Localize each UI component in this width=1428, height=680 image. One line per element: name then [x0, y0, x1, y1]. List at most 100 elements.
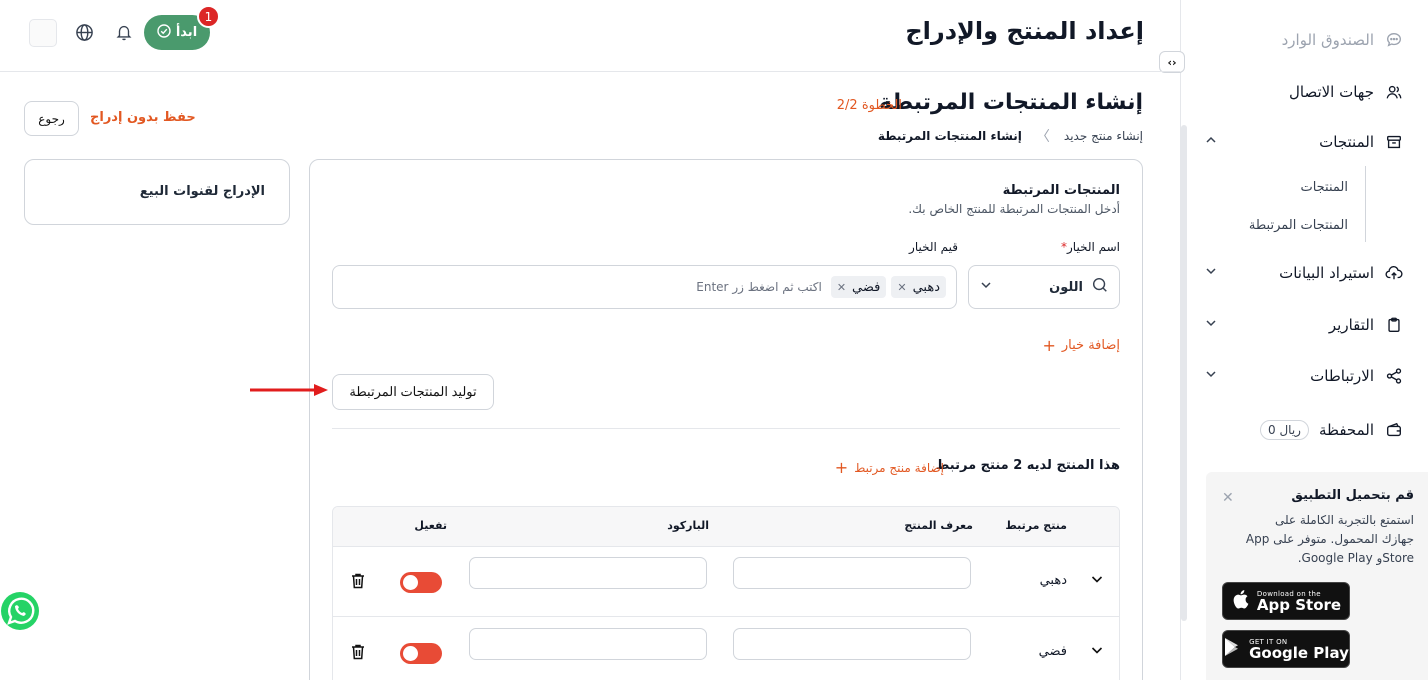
variant-name: فضي	[1038, 644, 1067, 659]
submenu-rail	[1365, 166, 1366, 242]
column-header: معرف المنتج	[904, 519, 973, 532]
sidebar-item-contacts[interactable]: جهات الاتصال	[1204, 82, 1404, 102]
variants-table: منتج مرتبط معرف المنتج الباركود تفعيل ده…	[332, 506, 1120, 680]
wallet-icon	[1384, 420, 1404, 440]
sidebar-item-label: الصندوق الوارد	[1281, 31, 1374, 49]
sidebar-item-label: المحفظة	[1318, 421, 1374, 439]
sidebar-item-label: الارتباطات	[1310, 367, 1374, 385]
chevron-down-icon[interactable]	[1204, 316, 1218, 334]
active-toggle[interactable]	[400, 572, 442, 593]
chevron-left-icon: 〈	[1035, 129, 1050, 145]
sidebar-item-import[interactable]: استيراد البيانات	[1204, 263, 1404, 283]
add-option-label: إضافة خيار	[1061, 338, 1120, 353]
sidebar-scrollbar[interactable]	[1181, 125, 1187, 621]
remove-chip-icon[interactable]: ✕	[837, 281, 846, 294]
google-play-button[interactable]: GET IT ON Google Play	[1222, 630, 1350, 668]
chevron-down-icon[interactable]	[1089, 571, 1105, 587]
google-play-icon	[1223, 637, 1241, 661]
sidebar-item-label: المنتجات	[1319, 133, 1374, 151]
option-name-select[interactable]: اللون	[968, 265, 1120, 309]
trash-icon[interactable]	[350, 572, 366, 590]
page-title: إعداد المنتج والإدراج	[905, 17, 1144, 45]
divider	[332, 428, 1120, 429]
chevron-down-icon[interactable]	[1204, 367, 1218, 385]
sidebar-item-label: جهات الاتصال	[1288, 83, 1374, 101]
check-circle-icon	[157, 23, 171, 42]
start-button-label: ابدأ	[175, 25, 198, 40]
variant-name: دهبي	[1039, 573, 1067, 588]
generate-variants-button[interactable]: توليد المنتجات المرتبطة	[332, 374, 494, 410]
active-toggle[interactable]	[400, 643, 442, 664]
add-option-button[interactable]: + إضافة خيار	[1042, 336, 1120, 355]
apple-icon	[1231, 589, 1249, 613]
form-heading: المنتجات المرتبطة	[1002, 183, 1120, 198]
table-header: منتج مرتبط معرف المنتج الباركود تفعيل	[333, 507, 1119, 547]
chevron-down-icon[interactable]	[1089, 642, 1105, 658]
add-variant-button[interactable]: + إضافة منتج مرتبط	[835, 458, 944, 477]
value-chip-label: دهبي	[912, 279, 940, 295]
section-title: إنشاء المنتجات المرتبطة	[879, 90, 1143, 115]
app-promo-card: قم بتحميل التطبيق استمتع بالتجربة الكامل…	[1206, 472, 1428, 680]
form-description: أدخل المنتجات المرتبطة للمنتج الخاص بك.	[908, 202, 1120, 216]
sidebar-item-products[interactable]: المنتجات	[1204, 132, 1404, 152]
breadcrumb-current: إنشاء المنتجات المرتبطة	[877, 129, 1022, 143]
option-name-value: اللون	[1049, 279, 1083, 295]
save-without-listing-link[interactable]: حفظ بدون إدراج	[90, 110, 196, 125]
inbox-chat-icon	[1384, 30, 1404, 50]
close-icon[interactable]: ✕	[1222, 490, 1234, 506]
notification-count-badge: 1	[197, 5, 220, 28]
promo-title: قم بتحميل التطبيق	[1291, 488, 1414, 503]
column-header: الباركود	[667, 519, 709, 532]
promo-text: استمتع بالتجربة الكاملة على جهازك المحمو…	[1245, 513, 1414, 565]
search-icon	[1091, 276, 1109, 298]
sales-channels-title: الإدراج لقنوات البيع	[139, 184, 265, 199]
option-values-label: قيم الخيار	[909, 240, 958, 254]
share-nodes-icon	[1384, 366, 1404, 386]
product-id-input[interactable]	[733, 557, 971, 589]
table-row: فضي	[333, 618, 1119, 680]
remove-chip-icon[interactable]: ✕	[897, 281, 906, 294]
chevron-down-icon[interactable]	[1204, 264, 1218, 282]
sidebar-item-label: التقارير	[1328, 316, 1374, 334]
topbar: إعداد المنتج والإدراج ابدأ 1	[0, 0, 1180, 72]
sidebar-item-reports[interactable]: التقارير	[1204, 315, 1404, 335]
whatsapp-icon[interactable]	[0, 588, 42, 634]
sales-channels-card: الإدراج لقنوات البيع	[24, 159, 290, 225]
users-icon	[1384, 82, 1404, 102]
value-chip: فضي ✕	[830, 276, 887, 298]
googleplay-big-text: Google Play	[1249, 643, 1349, 662]
chevron-down-icon	[979, 278, 993, 296]
barcode-input[interactable]	[469, 628, 707, 660]
table-row: دهبي	[333, 547, 1119, 617]
chevron-up-icon[interactable]	[1204, 133, 1218, 151]
plus-icon: +	[834, 458, 849, 477]
sidebar-subitem-products[interactable]: المنتجات	[1300, 180, 1348, 195]
sidebar-item-inbox[interactable]: الصندوق الوارد	[1204, 30, 1404, 50]
box-icon	[1384, 132, 1404, 152]
add-variant-label: إضافة منتج مرتبط	[854, 460, 944, 475]
barcode-input[interactable]	[469, 557, 707, 589]
sidebar-item-integrations[interactable]: الارتباطات	[1204, 366, 1404, 386]
breadcrumb-item[interactable]: إنشاء منتج جديد	[1064, 129, 1143, 143]
back-button[interactable]: رجوع	[24, 101, 79, 136]
variants-count-text: هذا المنتج لديه 2 منتج مرتبط	[935, 458, 1120, 473]
globe-icon[interactable]	[74, 22, 94, 42]
step-indicator: الخطوة 2/2	[836, 98, 902, 113]
trash-icon[interactable]	[350, 643, 366, 661]
app-store-button[interactable]: Download on the App Store	[1222, 582, 1350, 620]
option-name-label: اسم الخيار*	[1061, 240, 1120, 254]
store-logo[interactable]	[29, 19, 57, 47]
wallet-balance: 0 ريال	[1260, 420, 1309, 440]
sidebar-item-wallet[interactable]: المحفظة 0 ريال	[1204, 420, 1404, 440]
option-values-input[interactable]: دهبي ✕ فضي ✕ اكتب ثم اضغط زر Enter	[332, 265, 957, 309]
bell-icon[interactable]	[114, 22, 134, 42]
sidebar: الصندوق الوارد جهات الاتصال المنتجات الم…	[1180, 0, 1428, 680]
value-chip: دهبي ✕	[891, 276, 946, 298]
annotation-arrow-icon	[250, 384, 328, 396]
cloud-upload-icon	[1384, 263, 1404, 283]
plus-icon: +	[1042, 336, 1056, 355]
sidebar-subitem-variants[interactable]: المنتجات المرتبطة	[1249, 218, 1348, 233]
column-header: منتج مرتبط	[1005, 519, 1067, 532]
product-id-input[interactable]	[733, 628, 971, 660]
values-placeholder: اكتب ثم اضغط زر Enter	[696, 280, 822, 294]
